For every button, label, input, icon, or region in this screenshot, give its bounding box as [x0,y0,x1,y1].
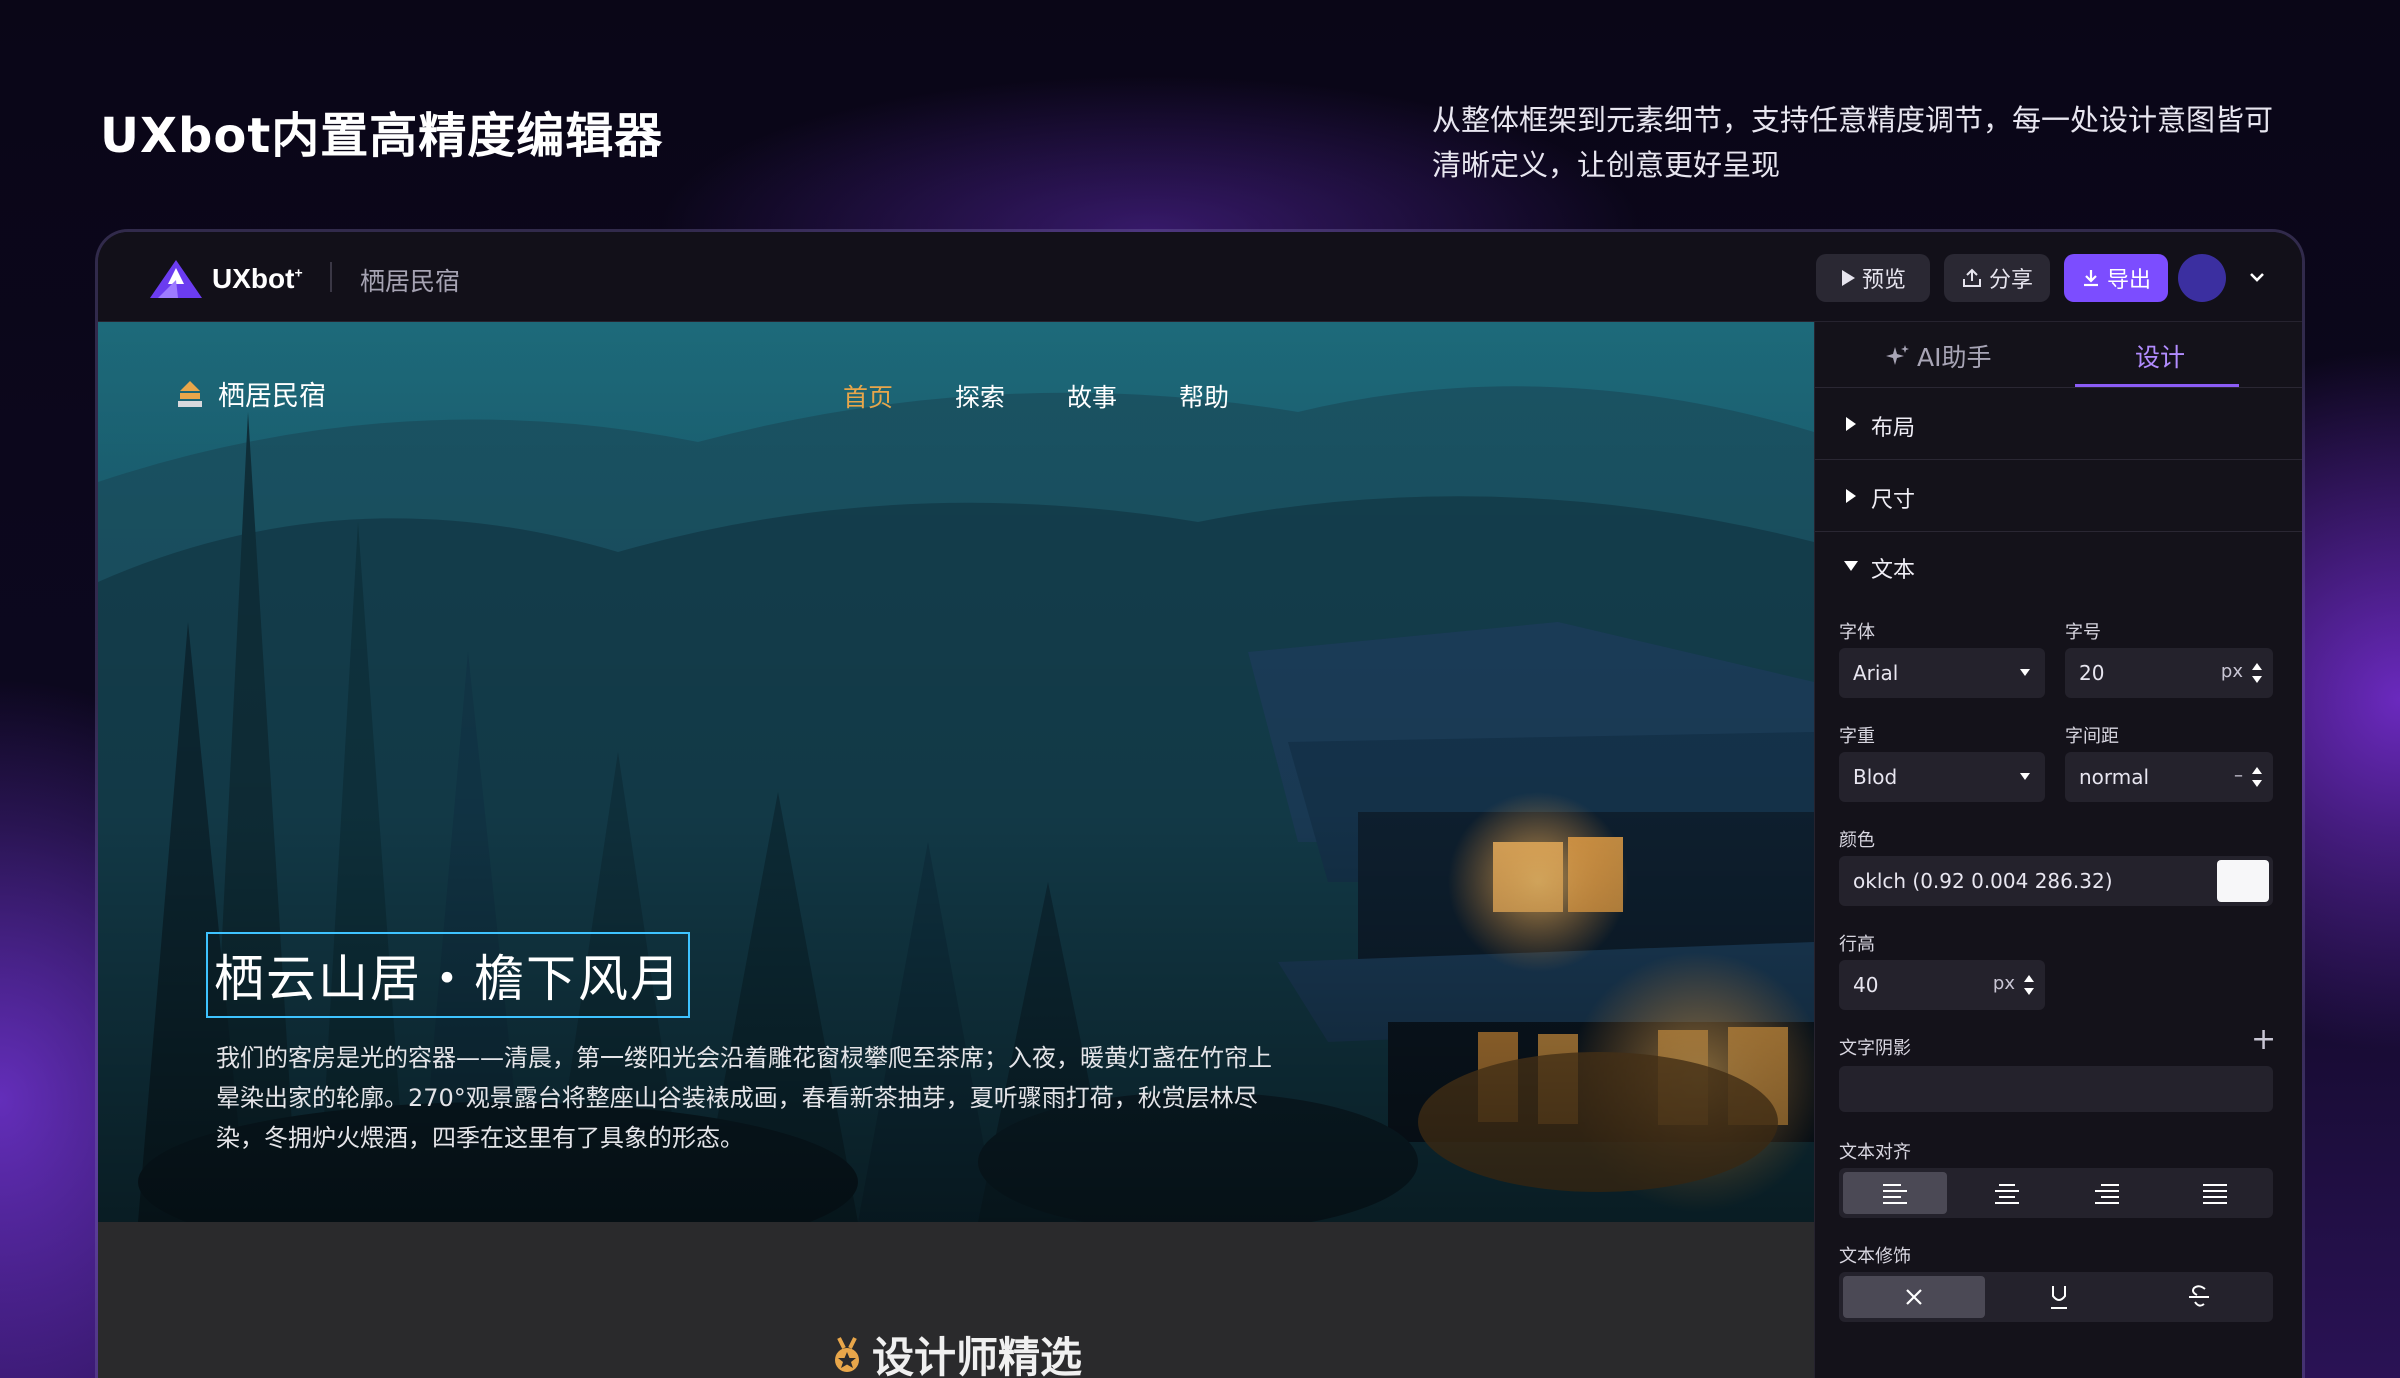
editor-window: UXbot+ 栖居民宿 预览 分享 导出 栖居民宿 首页 探索 故事 帮助 栖云… [98,232,2302,1378]
stepper-icon[interactable] [2251,765,2263,789]
strikethrough-icon [2189,1285,2209,1307]
user-avatar[interactable] [2178,254,2226,302]
font-size-label: 字号 [2065,622,2101,643]
section-layout[interactable]: 布局 [1815,388,2302,460]
sparkle-icon [1886,345,1909,365]
align-center-button[interactable] [1957,1168,2057,1218]
align-left-icon [1883,1184,1907,1204]
align-justify-button[interactable] [2165,1168,2265,1218]
decoration-none-button[interactable] [1843,1276,1985,1318]
medal-icon [834,1336,859,1372]
preview-button[interactable]: 预览 [1816,254,1930,302]
close-icon [1906,1289,1922,1305]
editor-topbar: UXbot+ 栖居民宿 预览 分享 导出 [98,232,2302,322]
design-canvas[interactable]: 栖居民宿 首页 探索 故事 帮助 栖云山居・檐下风月 我们的客房是光的容器——清… [98,322,1814,1378]
font-family-select[interactable]: Arial [1839,648,2045,698]
color-input[interactable]: oklch (0.92 0.004 286.32) [1839,856,2273,906]
stepper-icon[interactable] [2023,973,2035,997]
letter-spacing-input[interactable]: normal – [2065,752,2273,802]
text-shadow-label: 文字阴影 [1839,1038,1911,1059]
underline-icon [2051,1286,2067,1309]
stage: UXbot内置高精度编辑器 从整体框架到元素细节，支持任意精度调节，每一处设计意… [0,0,2400,1378]
align-right-icon [2095,1184,2119,1204]
share-icon [1962,268,1981,287]
caret-down-icon[interactable] [1843,560,1859,572]
section-title[interactable]: 设计师精选 [98,1324,1814,1378]
underline-button[interactable] [1989,1272,2129,1322]
nav-item-explore[interactable]: 探索 [955,378,1005,414]
panel-tabs: AI助手 设计 [1815,322,2302,388]
font-size-input[interactable]: 20 px [2065,648,2273,698]
line-height-label: 行高 [1839,934,1875,955]
brand-name: UXbot [212,263,295,294]
text-shadow-field[interactable] [1839,1066,2273,1112]
hero-section[interactable]: 栖居民宿 首页 探索 故事 帮助 栖云山居・檐下风月 我们的客房是光的容器——清… [98,322,1814,1222]
font-weight-label: 字重 [1839,726,1875,747]
nav-item-story[interactable]: 故事 [1067,378,1117,414]
tab-design[interactable]: 设计 [2135,338,2185,374]
line-height-input[interactable]: 40 px [1839,960,2045,1010]
export-button[interactable]: 导出 [2064,254,2168,302]
nav-item-home[interactable]: 首页 [843,378,893,414]
marketing-tagline: 从整体框架到元素细节，支持任意精度调节，每一处设计意图皆可清晰定义，让创意更好呈… [1432,103,2274,182]
color-swatch[interactable] [2217,860,2269,902]
color-label: 颜色 [1839,830,1875,851]
nav-item-help[interactable]: 帮助 [1179,378,1229,414]
align-left-button[interactable] [1843,1172,1947,1214]
active-tab-indicator [2075,384,2239,387]
text-align-group [1839,1168,2273,1218]
letter-spacing-label: 字间距 [2065,726,2119,747]
text-align-label: 文本对齐 [1839,1142,1911,1163]
chevron-down-icon [2020,669,2030,676]
tab-ai-assistant[interactable]: AI助手 [1885,338,1991,374]
align-justify-icon [2203,1184,2227,1204]
play-icon [1841,270,1855,286]
font-label: 字体 [1839,622,1875,643]
topbar-divider [330,262,332,292]
caret-right-icon [1846,417,1856,431]
strikethrough-button[interactable] [2129,1272,2269,1322]
project-name[interactable]: 栖居民宿 [360,262,460,298]
home-icon [178,380,202,407]
align-right-button[interactable] [2057,1168,2157,1218]
uxbot-logo-icon [150,260,202,298]
design-panel: AI助手 设计 布局 尺寸 文本 字体 字号 Arial 20 px 字重 字间… [1814,322,2302,1378]
uxbot-logo[interactable]: UXbot+ [148,258,303,300]
text-decoration-group [1839,1272,2273,1322]
text-decoration-label: 文本修饰 [1839,1246,1911,1267]
align-center-icon [1995,1184,2019,1204]
marketing-headline: UXbot内置高精度编辑器 [100,108,664,164]
site-logo[interactable]: 栖居民宿 [176,374,326,413]
chevron-down-icon [2020,773,2030,780]
brand-sup: + [294,264,303,281]
caret-right-icon [1846,489,1856,503]
section-size[interactable]: 尺寸 [1815,460,2302,532]
site-nav: 首页 探索 故事 帮助 [843,378,1229,414]
hero-description[interactable]: 我们的客房是光的容器——清晨，第一缕阳光会沿着雕花窗棂攀爬至茶席；入夜，暖黄灯盏… [216,1038,1276,1158]
stepper-icon[interactable] [2251,661,2263,685]
chevron-down-icon[interactable] [2244,264,2270,290]
share-button[interactable]: 分享 [1944,254,2050,302]
selected-text-element[interactable]: 栖云山居・檐下风月 [206,932,690,1018]
section-text-title[interactable]: 文本 [1871,552,1915,584]
site-logo-text: 栖居民宿 [218,381,326,412]
font-weight-select[interactable]: Blod [1839,752,2045,802]
add-shadow-icon[interactable]: + [2251,1022,2276,1057]
hero-title: 栖云山居・檐下风月 [214,950,682,1008]
download-icon [2083,270,2098,287]
